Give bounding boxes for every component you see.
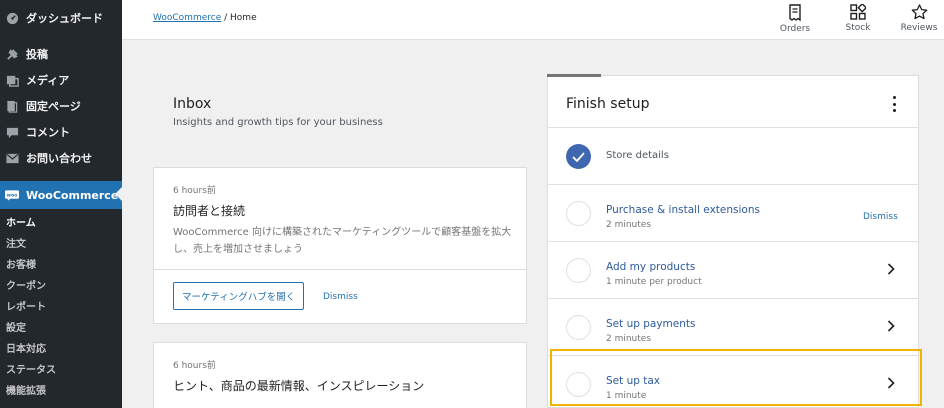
setup-header: Finish setup [548,76,918,128]
reviews-icon [911,4,927,20]
open-marketing-hub-button[interactable]: マーケティングハブを開く [173,282,305,310]
submenu-item-orders[interactable]: 注文 [6,236,26,254]
svg-text:woo: woo [7,193,18,198]
task-dismiss-link[interactable]: Dismiss [863,212,898,222]
woo-icon: woo [5,188,19,202]
inbox-card: 6 hours前 ヒント、商品の最新情報、インスピレーション [153,342,527,408]
card-body: WooCommerce 向けに構築されたマーケティングツールで顧客基盤を拡大し、… [173,227,512,255]
card-title: 訪問者と接続 [173,204,246,218]
chevron-right-icon [887,320,895,332]
breadcrumb: WooCommerce / Home [153,13,257,23]
task-store-details[interactable]: Store details [548,128,918,185]
sidebar-item-dashboard[interactable]: ダッシュボード [0,5,122,31]
stock-label: Stock [845,23,871,33]
comment-icon [5,125,19,139]
task-status-circle [566,258,591,283]
stock-button[interactable]: Stock [836,4,880,33]
submenu-item-extensions[interactable]: 機能拡張 [6,383,46,401]
chevron-right-icon [887,263,895,275]
sidebar-item-pages[interactable]: 固定ページ [0,93,122,119]
task-title: Purchase & install extensions [606,204,760,216]
submenu-item-home[interactable]: ホーム [6,215,36,233]
submenu-item-reports[interactable]: レポート [6,299,46,317]
task-status-circle [566,315,591,340]
sidebar-item-label: WooCommerce [26,188,119,202]
reviews-label: Reviews [900,23,938,33]
setup-title: Finish setup [566,96,650,112]
submenu-item-coupons[interactable]: クーポン [6,278,46,296]
task-purchase-extensions[interactable]: Purchase & install extensions 2 minutes … [548,185,918,242]
task-subtitle: 2 minutes [606,220,652,230]
breadcrumb-separator: / [224,13,228,23]
sidebar-item-contact[interactable]: お問い合わせ [0,145,122,171]
mail-icon [5,151,19,165]
task-subtitle: 2 minutes [606,334,652,344]
sidebar-item-woocommerce[interactable]: woo WooCommerce [0,181,122,209]
submenu-item-customers[interactable]: お客様 [6,257,36,275]
task-title: Add my products [606,261,696,273]
orders-label: Orders [779,24,811,34]
task-title: Store details [606,150,669,161]
orders-icon [789,4,801,21]
top-header: WooCommerce / Home Orders Stock Reviews [122,0,944,40]
sidebar-item-label: お問い合わせ [26,152,92,165]
sidebar-item-media[interactable]: メディア [0,67,122,93]
task-status-circle [566,201,591,226]
card-title: ヒント、商品の最新情報、インスピレーション [173,379,425,393]
sidebar-item-label: 投稿 [26,48,48,61]
stock-icon [850,4,866,20]
submenu-item-status[interactable]: ステータス [6,362,56,380]
card-dismiss-link[interactable]: Dismiss [323,292,358,302]
inbox-card: 6 hours前 訪問者と接続 WooCommerce 向けに構築されたマーケテ… [153,167,527,324]
dashboard-icon [5,11,19,25]
inbox-subtitle: Insights and growth tips for your busine… [173,117,383,128]
sidebar-item-label: ダッシュボード [26,12,103,25]
pin-icon [5,47,19,61]
task-setup-payments[interactable]: Set up payments 2 minutes [548,299,918,356]
check-icon [566,144,591,169]
sidebar-item-comments[interactable]: コメント [0,119,122,145]
sidebar-item-label: コメント [26,126,70,139]
admin-sidebar: ダッシュボード 投稿 メディア 固定ページ コメント お問い合わせ woo Wo… [0,0,122,408]
active-indicator [115,187,122,201]
media-icon [5,73,19,87]
sidebar-item-label: メディア [26,74,70,87]
card-time: 6 hours前 [173,186,216,196]
submenu-item-settings[interactable]: 設定 [6,320,26,338]
breadcrumb-current: Home [230,13,257,23]
sidebar-item-posts[interactable]: 投稿 [0,41,122,67]
task-title: Set up payments [606,318,696,330]
orders-button[interactable]: Orders [773,4,817,34]
inbox-title: Inbox [173,96,212,112]
more-options-icon[interactable] [891,96,897,112]
breadcrumb-link[interactable]: WooCommerce [153,13,221,23]
sidebar-item-label: 固定ページ [26,100,81,113]
task-add-products[interactable]: Add my products 1 minute per product [548,242,918,299]
card-time: 6 hours前 [173,361,216,371]
card-divider [154,269,526,270]
highlight-box [550,349,922,406]
page-icon [5,99,19,113]
task-subtitle: 1 minute per product [606,277,702,287]
submenu-item-japan[interactable]: 日本対応 [6,341,46,359]
reviews-button[interactable]: Reviews [897,4,941,33]
